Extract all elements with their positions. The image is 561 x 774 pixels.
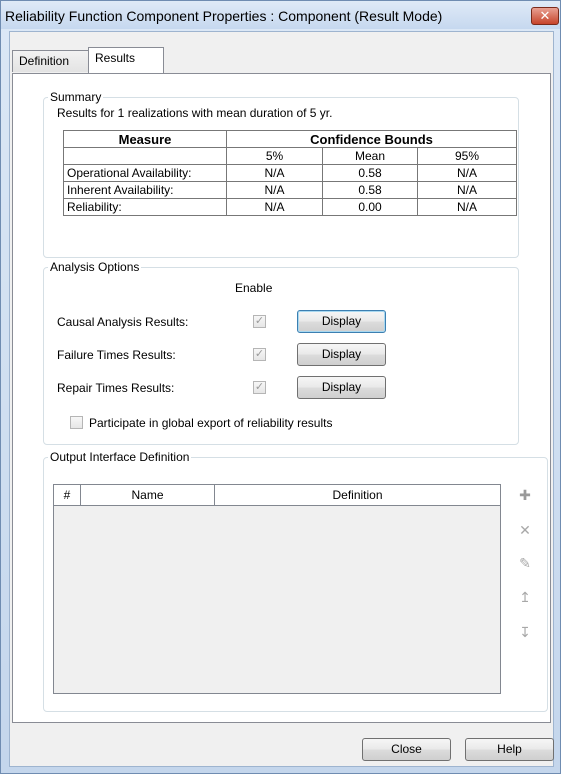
repair-times-checkbox[interactable]: ✓ bbox=[253, 381, 266, 394]
table-row: Reliability: N/A 0.00 N/A bbox=[63, 198, 518, 216]
enable-label: Enable bbox=[235, 281, 273, 295]
summary-text: Results for 1 realizations with mean dur… bbox=[57, 106, 333, 120]
add-icon[interactable]: ✚ bbox=[517, 487, 533, 503]
column-header-5pct: 5% bbox=[226, 147, 323, 165]
table-cell bbox=[63, 147, 227, 165]
cell-95pct: N/A bbox=[416, 198, 518, 216]
tab-definition[interactable]: Definition bbox=[12, 50, 89, 72]
delete-icon[interactable]: ✕ bbox=[517, 522, 533, 538]
column-header-95pct: 95% bbox=[416, 147, 518, 165]
window-close-button[interactable]: ✕ bbox=[531, 7, 559, 25]
window-title: Reliability Function Component Propertie… bbox=[5, 8, 443, 24]
cell-95pct: N/A bbox=[416, 181, 518, 199]
row-label: Operational Availability: bbox=[63, 164, 227, 182]
edit-icon[interactable]: ✎ bbox=[517, 555, 533, 571]
help-button[interactable]: Help bbox=[465, 738, 554, 761]
grid-header: # Name Definition bbox=[54, 485, 500, 506]
column-header-definition[interactable]: Definition bbox=[215, 485, 500, 505]
move-down-icon[interactable]: ↧ bbox=[517, 624, 533, 640]
summary-legend: Summary bbox=[50, 90, 102, 104]
cell-mean: 0.00 bbox=[322, 198, 418, 216]
cell-5pct: N/A bbox=[226, 164, 323, 182]
output-interface-grid[interactable]: # Name Definition bbox=[53, 484, 501, 694]
close-button[interactable]: Close bbox=[362, 738, 451, 761]
row-label: Inherent Availability: bbox=[63, 181, 227, 199]
global-export-checkbox[interactable] bbox=[70, 416, 83, 429]
repair-times-label: Repair Times Results: bbox=[57, 381, 175, 395]
repair-times-display-button[interactable]: Display bbox=[297, 376, 386, 399]
causal-analysis-label: Causal Analysis Results: bbox=[57, 315, 189, 329]
dialog-window: Reliability Function Component Propertie… bbox=[0, 0, 561, 774]
confidence-bounds-header: Confidence Bounds bbox=[225, 130, 518, 148]
cell-mean: 0.58 bbox=[322, 164, 418, 182]
output-interface-legend: Output Interface Definition bbox=[50, 450, 190, 464]
row-label: Reliability: bbox=[63, 198, 227, 216]
failure-times-checkbox[interactable]: ✓ bbox=[253, 348, 266, 361]
analysis-options-legend: Analysis Options bbox=[50, 260, 140, 274]
causal-analysis-checkbox[interactable]: ✓ bbox=[253, 315, 266, 328]
measure-header: Measure bbox=[63, 130, 227, 148]
column-header-mean: Mean bbox=[322, 147, 418, 165]
move-up-icon[interactable]: ↥ bbox=[517, 589, 533, 605]
results-tab-panel: Summary Results for 1 realizations with … bbox=[12, 73, 551, 723]
dialog-client-area: Definition Results Summary Results for 1… bbox=[9, 31, 554, 767]
table-row: Inherent Availability: N/A 0.58 N/A bbox=[63, 181, 518, 199]
global-export-label: Participate in global export of reliabil… bbox=[89, 416, 333, 430]
column-header-name[interactable]: Name bbox=[81, 485, 215, 505]
title-bar: Reliability Function Component Propertie… bbox=[1, 1, 560, 29]
cell-5pct: N/A bbox=[226, 181, 323, 199]
cell-95pct: N/A bbox=[416, 164, 518, 182]
cell-mean: 0.58 bbox=[322, 181, 418, 199]
failure-times-label: Failure Times Results: bbox=[57, 348, 176, 362]
results-table: Measure Confidence Bounds 5% Mean 95% Op… bbox=[63, 130, 518, 216]
table-row: Operational Availability: N/A 0.58 N/A bbox=[63, 164, 518, 182]
tab-results[interactable]: Results bbox=[88, 47, 164, 73]
failure-times-display-button[interactable]: Display bbox=[297, 343, 386, 366]
cell-5pct: N/A bbox=[226, 198, 323, 216]
column-header-number[interactable]: # bbox=[54, 485, 81, 505]
causal-analysis-display-button[interactable]: Display bbox=[297, 310, 386, 333]
